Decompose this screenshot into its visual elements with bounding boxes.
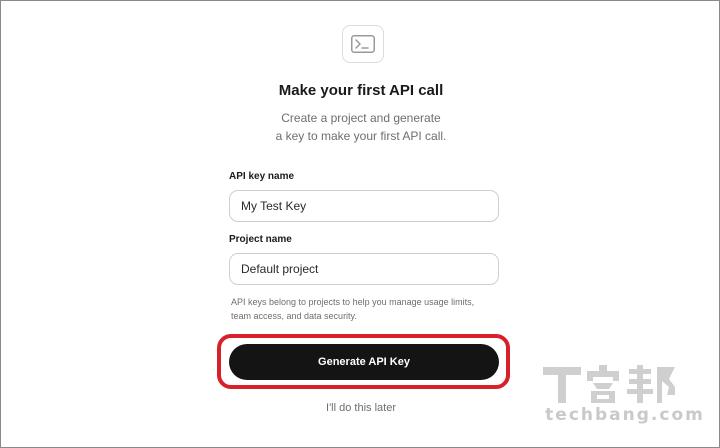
subtitle-line-2: a key to make your first API call.	[275, 129, 447, 143]
techbang-logo	[543, 365, 675, 403]
helper-text: API keys belong to projects to help you …	[231, 295, 511, 323]
generate-api-key-button[interactable]: Generate API Key	[229, 344, 499, 380]
terminal-icon	[342, 25, 384, 63]
dialog-frame: Make your first API call Create a projec…	[0, 0, 720, 448]
api-key-name-label: API key name	[229, 171, 295, 182]
api-key-name-input[interactable]	[229, 190, 499, 222]
techbang-watermark: techbang.com	[539, 361, 711, 433]
subtitle-line-1: Create a project and generate	[281, 111, 441, 125]
helper-text-line-2: team access, and data security.	[231, 311, 357, 321]
project-name-label: Project name	[229, 234, 292, 245]
watermark-url: techbang.com	[545, 405, 705, 425]
project-name-input[interactable]	[229, 253, 499, 285]
page-title: Make your first API call	[278, 82, 444, 99]
helper-text-line-1: API keys belong to projects to help you …	[231, 297, 475, 307]
